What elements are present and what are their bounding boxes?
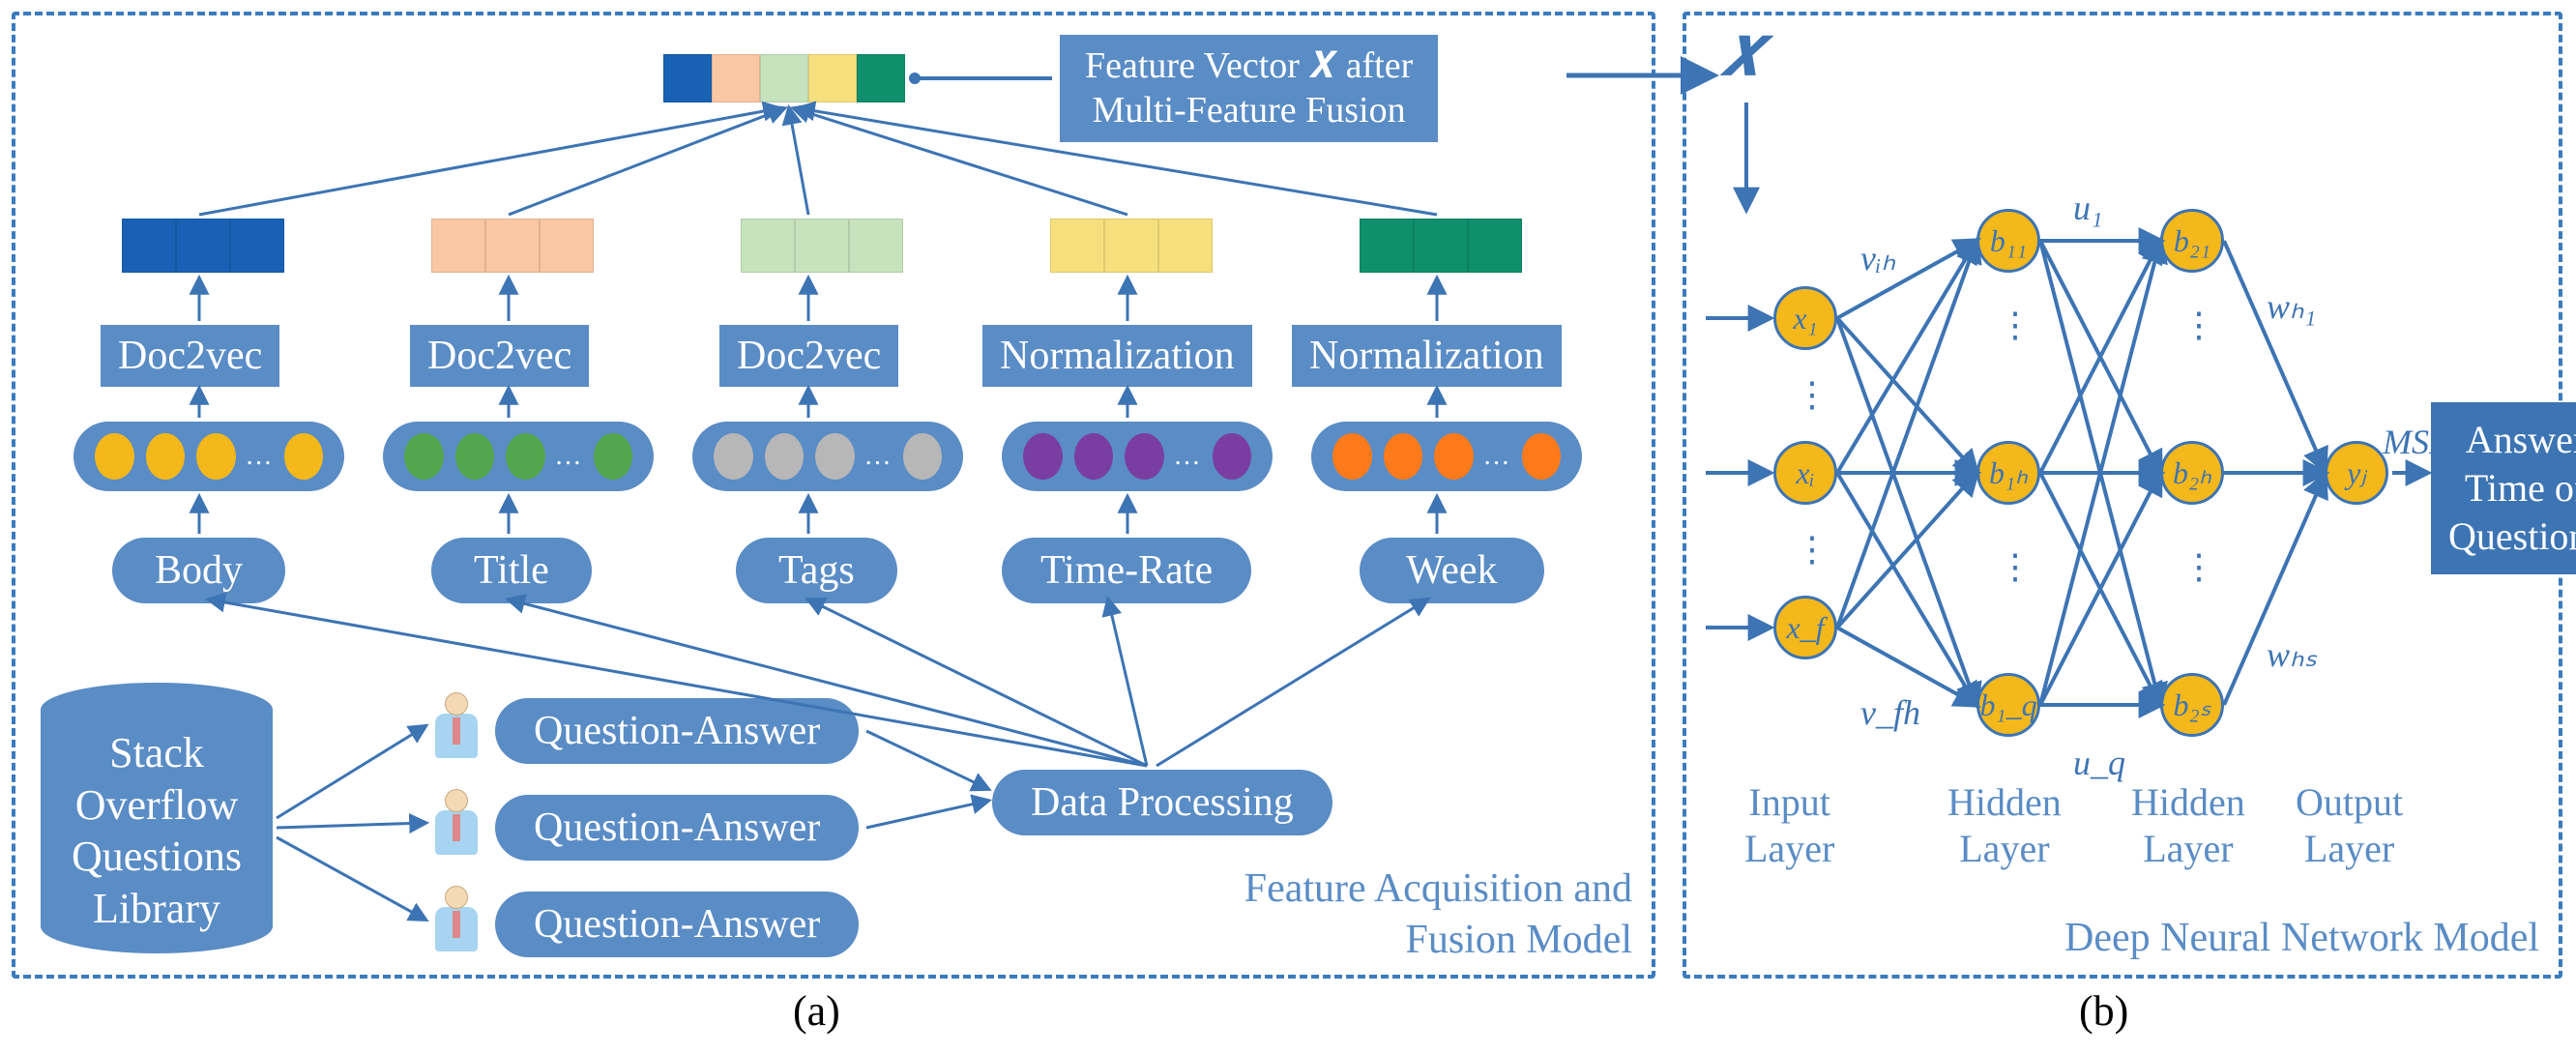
nn-input-node: x₁ <box>1773 286 1837 350</box>
weight-mse: MSE <box>2383 422 2450 462</box>
weight-wh1: wₕ₁ <box>2267 286 2316 327</box>
user-icon <box>431 886 482 955</box>
nn-hidden2-node: b₂ₕ <box>2160 441 2224 505</box>
feature-week-label: Week <box>1360 538 1544 603</box>
user-icon <box>431 692 482 762</box>
data-processing-pill: Data Processing <box>992 770 1332 835</box>
feature-tags-vector <box>741 219 903 273</box>
feature-title-circles: … <box>383 422 654 491</box>
feature-body-op: Doc2vec <box>101 325 279 387</box>
feature-body-label: Body <box>112 538 285 603</box>
feature-time-circles: … <box>1002 422 1273 491</box>
feature-tags-op: Doc2vec <box>719 325 898 387</box>
layer-label-input: InputLayer <box>1744 779 1834 872</box>
feature-week-circles: … <box>1311 422 1582 491</box>
feature-title-op: Doc2vec <box>410 325 589 387</box>
database-cylinder: StackOverflowQuestionsLibrary <box>41 683 273 953</box>
fused-label-box: Feature Vector 𝑿 afterMulti-Feature Fusi… <box>1060 35 1438 142</box>
nn-input-node: xᵢ <box>1773 441 1837 505</box>
nn-output-node: yⱼ <box>2325 441 2388 505</box>
qa-pill: Question-Answer <box>495 698 859 764</box>
feature-title-vector <box>431 219 594 273</box>
dots-icon: ⋮ <box>1998 557 2033 578</box>
feature-time-label: Time-Rate <box>1002 538 1251 603</box>
weight-vih: vᵢₕ <box>1860 238 1895 278</box>
weight-vfh: v_fh <box>1860 692 1920 733</box>
user-icon <box>431 789 482 859</box>
feature-body-circles: … <box>73 422 344 491</box>
qa-pill: Question-Answer <box>495 892 859 957</box>
dots-icon: ⋮ <box>2181 315 2216 336</box>
dots-icon: ⋮ <box>1998 315 2033 336</box>
dots-icon: ⋮ <box>1795 540 1830 561</box>
nn-hidden1-node: b₁ₕ <box>1976 441 2040 505</box>
feature-week-vector <box>1360 219 1522 273</box>
weight-whs: wₕₛ <box>2267 634 2317 675</box>
feature-tags-circles: … <box>692 422 963 491</box>
panel-feature-model: Feature Acquisition andFusion Model Stac… <box>12 12 1655 979</box>
qa-pill: Question-Answer <box>495 795 859 861</box>
dots-icon: ⋮ <box>1795 385 1830 406</box>
weight-u1: u₁ <box>2073 188 2103 228</box>
caption-b: (b) <box>2079 986 2128 1036</box>
panel-nn-model: Deep Neural Network Model x₁ ⋮ xᵢ ⋮ x_f … <box>1683 12 2562 979</box>
nn-hidden2-node: b₂ₛ <box>2160 673 2224 737</box>
weight-uq: u_q <box>2073 743 2125 783</box>
feature-tags-label: Tags <box>736 538 897 603</box>
caption-a: (a) <box>793 986 840 1036</box>
nn-input-node: x_f <box>1773 596 1837 659</box>
nn-answer-box: AnswerTime ofQuestions <box>2431 402 2576 574</box>
layer-label-h2: HiddenLayer <box>2131 779 2245 872</box>
nn-hidden1-node: b₁₁ <box>1976 209 2040 273</box>
panel-a-title: Feature Acquisition andFusion Model <box>1244 863 1632 965</box>
feature-week-op: Normalization <box>1292 325 1562 387</box>
feature-title-label: Title <box>431 538 592 603</box>
nn-hidden1-node: b₁_q <box>1976 673 2040 737</box>
x-symbol: 𝑿 <box>1721 27 1761 88</box>
layer-label-h1: HiddenLayer <box>1947 779 2062 872</box>
database-label: StackOverflowQuestionsLibrary <box>41 727 273 935</box>
feature-time-vector <box>1050 219 1213 273</box>
nn-hidden2-node: b₂₁ <box>2160 209 2224 273</box>
feature-time-op: Normalization <box>982 325 1252 387</box>
feature-body-vector <box>122 219 284 273</box>
fused-vector <box>663 54 905 102</box>
layer-label-output: OutputLayer <box>2296 779 2403 872</box>
panel-b-title: Deep Neural Network Model <box>2064 915 2539 961</box>
dots-icon: ⋮ <box>2181 557 2216 578</box>
